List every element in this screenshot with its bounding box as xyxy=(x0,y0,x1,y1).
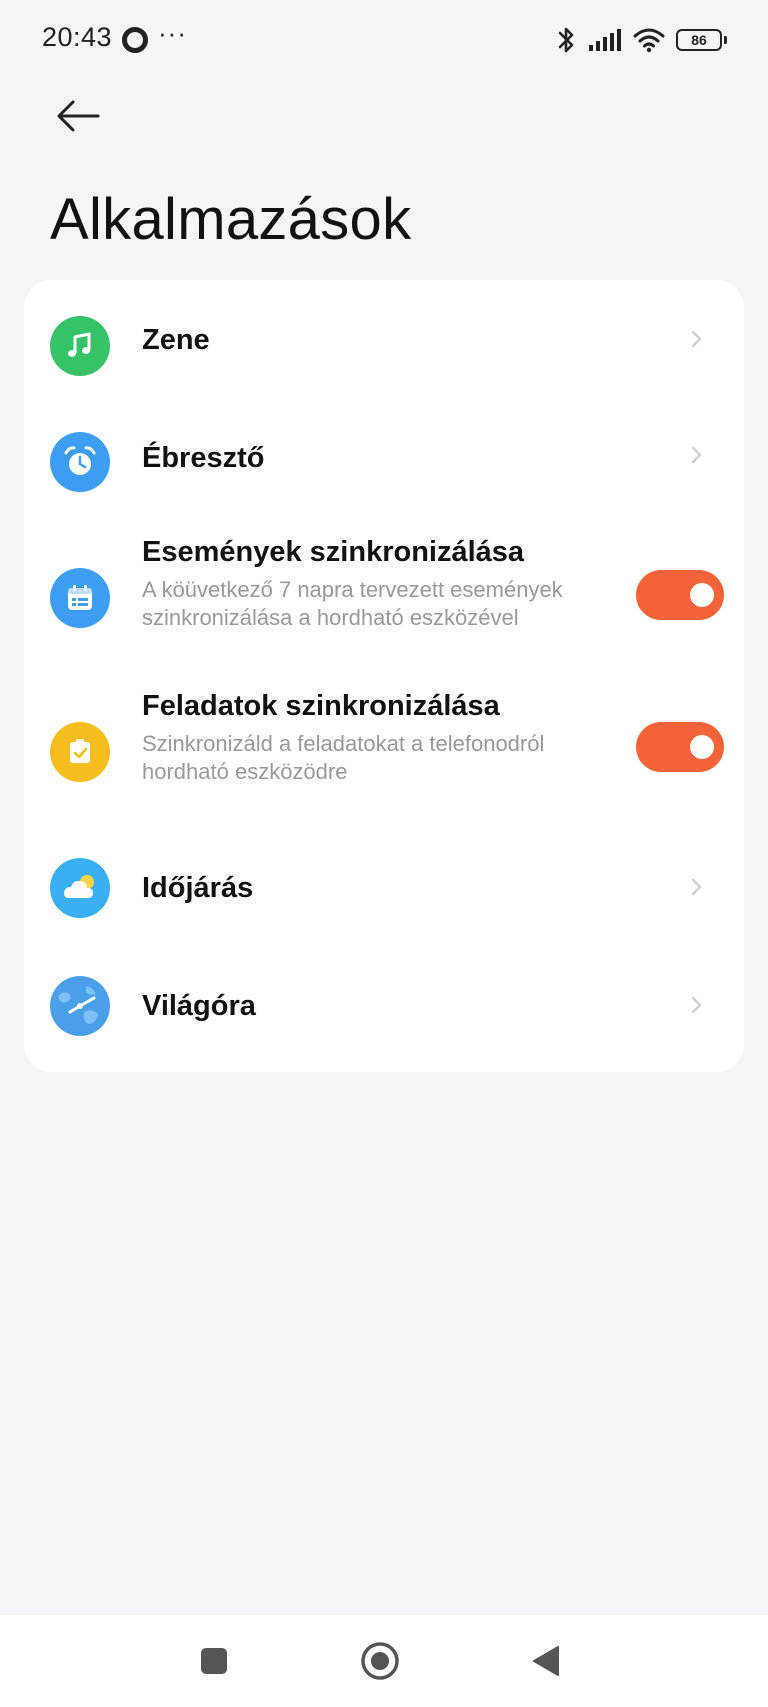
description-line: A köüvetkező 7 napra tervezett események xyxy=(142,577,563,602)
chevron-right-icon xyxy=(691,446,702,464)
chevron-right-icon xyxy=(691,996,702,1014)
square-icon xyxy=(201,1648,227,1674)
home-circle-icon xyxy=(361,1642,399,1680)
description-line: szinkronizálása a hordható eszközével xyxy=(142,605,519,630)
arrow-left-icon xyxy=(57,100,100,132)
list-item-label: Események szinkronizálása xyxy=(142,536,525,568)
toggle-feladatok-switch[interactable] xyxy=(636,722,724,772)
back-nav-button[interactable] xyxy=(520,1635,572,1687)
list-item-label: Időjárás xyxy=(142,872,254,904)
apps-list-card: Zene Ébresztő Események szinkronizálása … xyxy=(24,280,744,1072)
weather-cloud-icon xyxy=(50,858,110,918)
description-line: hordható eszközödre xyxy=(142,759,348,784)
list-item-label: Zene xyxy=(142,324,210,356)
system-navigation-bar xyxy=(0,1615,768,1707)
status-time: 20:43 xyxy=(42,22,113,52)
list-item-vilagora[interactable]: Világóra xyxy=(24,948,744,1072)
list-item-label: Világóra xyxy=(142,990,256,1022)
status-icons: 86 xyxy=(554,20,727,60)
chevron-right-icon xyxy=(691,878,702,896)
triangle-back-icon xyxy=(533,1646,559,1676)
toggle-knob xyxy=(690,735,714,759)
list-item-label: Ébresztő xyxy=(142,442,265,474)
notification-ring-icon xyxy=(122,27,148,53)
battery-indicator: 86 xyxy=(676,29,727,51)
list-item-label: Feladatok szinkronizálása xyxy=(142,690,500,722)
list-item-idojaras[interactable]: Időjárás xyxy=(24,824,744,948)
world-clock-icon xyxy=(50,976,110,1036)
list-item-description: Szinkronizáld a feladatokat a telefonodr… xyxy=(142,730,592,786)
list-item-description: A köüvetkező 7 napra tervezett események… xyxy=(142,576,592,632)
task-check-icon xyxy=(50,722,110,782)
chevron-right-icon xyxy=(691,330,702,348)
back-button[interactable] xyxy=(50,88,106,144)
bluetooth-icon xyxy=(558,27,574,53)
home-button[interactable] xyxy=(354,1635,406,1687)
page-title: Alkalmazások xyxy=(50,187,412,252)
more-notifications-indicator: ··· xyxy=(158,18,187,48)
calendar-icon xyxy=(50,568,110,628)
list-item-zene[interactable]: Zene xyxy=(24,280,744,398)
alarm-clock-icon xyxy=(50,432,110,492)
description-line: Szinkronizáld a feladatokat a telefonodr… xyxy=(142,731,545,756)
list-item-ebreszto[interactable]: Ébresztő xyxy=(24,398,744,516)
recents-button[interactable] xyxy=(188,1635,240,1687)
status-bar: 20:43 ··· 86 xyxy=(0,0,768,80)
battery-level: 86 xyxy=(691,32,707,48)
toggle-knob xyxy=(690,583,714,607)
list-item-esemenyek[interactable]: Események szinkronizálása A köüvetkező 7… xyxy=(24,516,744,670)
signal-icon xyxy=(589,29,621,51)
toggle-esemenyek-switch[interactable] xyxy=(636,570,724,620)
music-note-icon xyxy=(50,316,110,376)
list-item-feladatok[interactable]: Feladatok szinkronizálása Szinkronizáld … xyxy=(24,670,744,824)
wifi-icon xyxy=(633,28,665,53)
